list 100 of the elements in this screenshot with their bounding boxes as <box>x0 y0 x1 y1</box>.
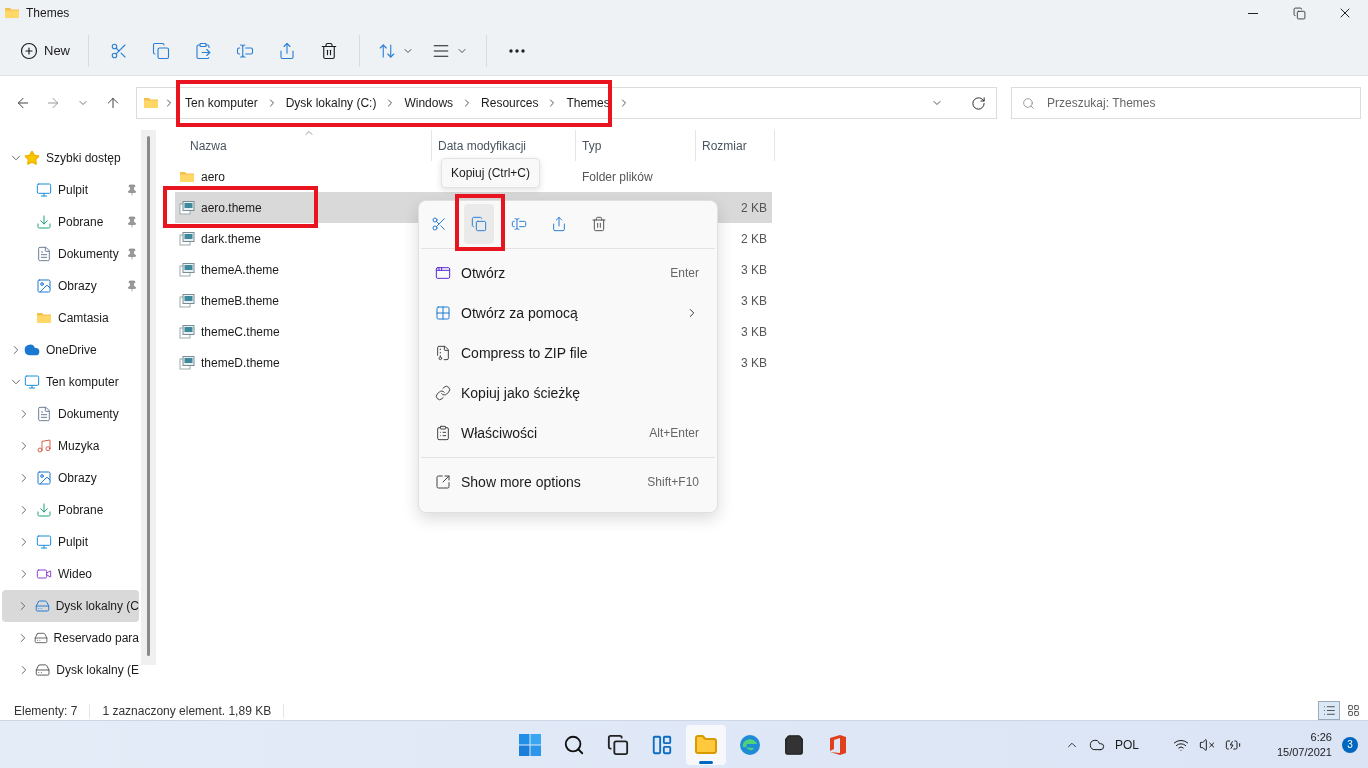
folder-icon <box>4 5 20 21</box>
trash-icon <box>591 216 607 232</box>
file-size: 3 KB <box>741 262 767 277</box>
copy-icon <box>152 41 170 60</box>
sidebar-item[interactable]: Obrazy <box>2 270 139 302</box>
sidebar-item[interactable]: Ten komputer <box>2 366 139 398</box>
file-size: 2 KB <box>741 200 767 215</box>
menu-item[interactable]: Kopiuj jako ścieżkę <box>421 373 715 413</box>
sidebar-item[interactable]: Dokumenty <box>2 398 139 430</box>
menu-item[interactable]: Otwórz Enter <box>421 253 715 293</box>
menu-item[interactable]: Otwórz za pomocą <box>421 293 715 333</box>
sidebar-item[interactable]: Wideo <box>2 558 139 590</box>
scrollbar[interactable] <box>141 130 156 665</box>
file-name[interactable]: themeC.theme <box>201 324 280 339</box>
breadcrumb[interactable]: Resources <box>479 94 541 112</box>
sidebar-label: OneDrive <box>46 343 97 357</box>
sidebar-label: Obrazy <box>58 279 97 293</box>
sidebar-item[interactable]: Dysk lokalny (C <box>2 590 139 622</box>
breadcrumb[interactable]: Ten komputer <box>183 94 260 112</box>
file-size: 2 KB <box>741 231 767 246</box>
grid-icon <box>1346 704 1360 717</box>
theme-file-icon <box>179 292 195 309</box>
sidebar-item[interactable]: Pobrane <box>2 494 139 526</box>
file-name[interactable]: aero.theme <box>201 200 262 215</box>
shortcut: Shift+F10 <box>647 475 699 489</box>
sidebar-label: Pobrane <box>58 215 104 229</box>
menu-item[interactable]: Compress to ZIP file <box>421 333 715 373</box>
sidebar-item[interactable]: Pulpit <box>2 526 139 558</box>
office-icon <box>828 733 848 756</box>
search-input[interactable]: Przeszukaj: Themes <box>1045 95 1360 111</box>
folder-icon <box>36 310 52 326</box>
item-count: Elementy: 7 <box>14 703 91 718</box>
address-bar[interactable]: Ten komputer Dysk lokalny (C:) Windows Resources Themes <box>136 87 997 119</box>
clock-time[interactable]: 6:26 <box>1310 731 1332 743</box>
sidebar-label: Pulpit <box>58 535 89 549</box>
minimize-icon <box>1248 12 1258 14</box>
browser-icon <box>739 733 761 756</box>
column-header[interactable]: Nazwa <box>175 130 432 161</box>
properties-icon <box>435 425 451 441</box>
language-indicator[interactable]: POL <box>1114 737 1139 752</box>
sidebar-item[interactable]: Pulpit <box>2 174 139 206</box>
paste-icon <box>194 41 212 60</box>
column-header[interactable]: Typ <box>576 130 696 161</box>
theme-file-icon <box>179 261 195 278</box>
menu-item[interactable]: Show more options Shift+F10 <box>421 462 715 502</box>
shortcut: Enter <box>670 266 699 280</box>
drive-icon <box>33 630 48 646</box>
column-header[interactable]: Rozmiar <box>696 130 775 161</box>
copy-icon <box>471 216 487 232</box>
clock-date[interactable]: 15/07/2021 <box>1276 746 1332 758</box>
sidebar-label: Pobrane <box>58 503 104 517</box>
sidebar-item[interactable]: Dysk lokalny (E <box>2 654 139 686</box>
widgets-icon <box>651 733 673 756</box>
expand-icon <box>435 474 451 490</box>
pin-icon <box>126 280 138 292</box>
scissors-icon <box>110 41 128 60</box>
plus-icon <box>20 41 38 60</box>
sidebar-item[interactable]: Obrazy <box>2 462 139 494</box>
drive-icon <box>35 662 51 678</box>
sidebar-item[interactable]: Szybki dostęp <box>2 142 139 174</box>
new-button[interactable]: New <box>12 32 78 69</box>
file-name[interactable]: themeD.theme <box>201 355 280 370</box>
share-icon <box>278 41 296 60</box>
shortcut: Alt+Enter <box>649 426 699 440</box>
sidebar-item[interactable]: Camtasia <box>2 302 139 334</box>
menu-item[interactable]: Właściwości Alt+Enter <box>421 413 715 453</box>
music-icon <box>36 438 52 454</box>
sidebar-item[interactable]: OneDrive <box>2 334 139 366</box>
file-size: 3 KB <box>741 293 767 308</box>
sidebar-item[interactable]: Muzyka <box>2 430 139 462</box>
breadcrumb[interactable]: Themes <box>564 94 612 112</box>
menu-label: Compress to ZIP file <box>461 345 589 361</box>
details-view-button[interactable] <box>1318 701 1340 720</box>
search-icon <box>563 733 585 756</box>
sidebar-label: Dysk lokalny (C <box>55 599 139 613</box>
sidebar-label: Muzyka <box>58 439 100 453</box>
sidebar-item[interactable]: Dokumenty <box>2 238 139 270</box>
copy-button[interactable] <box>464 204 494 244</box>
link-icon <box>435 385 451 401</box>
sidebar-item[interactable]: Reservado para <box>2 622 139 654</box>
archive-icon <box>435 345 451 361</box>
picture-icon <box>36 470 52 486</box>
file-name[interactable]: themeB.theme <box>201 293 280 308</box>
notification-badge[interactable]: 3 <box>1342 736 1358 753</box>
sidebar-item[interactable]: Pobrane <box>2 206 139 238</box>
file-name[interactable]: dark.theme <box>201 231 262 246</box>
search-field[interactable]: Przeszukaj: Themes <box>1011 87 1361 119</box>
breadcrumb[interactable]: Windows <box>402 94 456 112</box>
file-name[interactable]: aero <box>201 169 226 184</box>
star-icon <box>24 150 40 166</box>
theme-file-icon <box>179 323 195 340</box>
menu-label: Otwórz za pomocą <box>461 305 579 321</box>
arrow-right-icon <box>45 95 61 111</box>
scissors-icon <box>431 216 447 232</box>
file-name[interactable]: themeA.theme <box>201 262 280 277</box>
pin-icon <box>126 184 138 196</box>
breadcrumb[interactable]: Dysk lokalny (C:) <box>283 94 379 112</box>
folder-icon <box>694 732 718 757</box>
sidebar-label: Obrazy <box>58 471 97 485</box>
window-icon <box>435 265 451 281</box>
